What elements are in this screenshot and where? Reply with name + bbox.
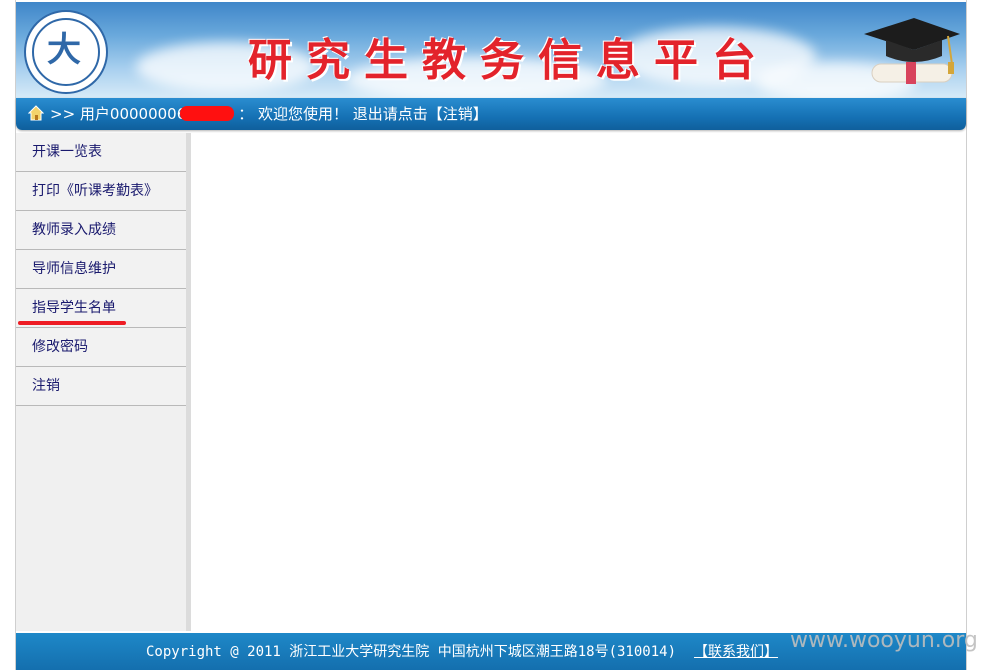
sidebar-item-label[interactable]: 打印《听课考勤表》 (32, 181, 158, 201)
sidebar-item-advisor-info[interactable]: 导师信息维护 (16, 250, 186, 289)
sidebar-item-label[interactable]: 指导学生名单 (32, 298, 116, 318)
sidebar-item-logout[interactable]: 注销 (16, 367, 186, 406)
sidebar-item-label[interactable]: 修改密码 (32, 337, 88, 357)
sidebar-item-label[interactable]: 注销 (32, 376, 60, 396)
user-status-bar: >> 用户00000006 ： 欢迎您使用！ 退出请点击【注销】 (16, 98, 966, 130)
sidebar-item-label[interactable]: 教师录入成绩 (32, 220, 116, 240)
sidebar-nav: 开课一览表 打印《听课考勤表》 教师录入成绩 导师信息维护 指导学生名单 修改密… (16, 133, 186, 631)
page-right-border (966, 0, 967, 670)
page-title: 研究生教务信息平台 (248, 35, 770, 86)
sidebar-item-course-list[interactable]: 开课一览表 (16, 133, 186, 172)
footer-copyright: Copyright @ 2011 浙江工业大学研究生院 中国杭州下城区潮王路18… (146, 641, 778, 661)
graduation-cap-icon (864, 18, 960, 84)
header-banner: 大 研究生教务信息平台 (16, 2, 966, 98)
red-annotation-underline (18, 321, 126, 325)
welcome-message: >> 用户00000006 ： 欢迎您使用！ 退出请点击【注销】 (50, 104, 488, 124)
contact-us-link[interactable]: 【联系我们】 (694, 644, 778, 660)
redacted-username (180, 106, 235, 121)
sidebar-item-label[interactable]: 导师信息维护 (32, 259, 116, 279)
watermark-text: www.wooyun.org (790, 628, 978, 653)
user-id-label: >> 用户00000006 (50, 105, 187, 123)
home-icon[interactable] (28, 105, 44, 121)
main-content-area (191, 133, 962, 631)
sidebar-item-enter-grades[interactable]: 教师录入成绩 (16, 211, 186, 250)
copyright-text: Copyright @ 2011 浙江工业大学研究生院 中国杭州下城区潮王路18… (146, 644, 677, 660)
welcome-text: ： 欢迎您使用！ 退出请点击【注销】 (238, 105, 488, 123)
logo-glyph: 大 (47, 30, 81, 70)
sidebar-item-change-password[interactable]: 修改密码 (16, 328, 186, 367)
sidebar-item-label[interactable]: 开课一览表 (32, 142, 102, 162)
sidebar-item-print-attendance[interactable]: 打印《听课考勤表》 (16, 172, 186, 211)
university-logo: 大 (24, 10, 108, 94)
